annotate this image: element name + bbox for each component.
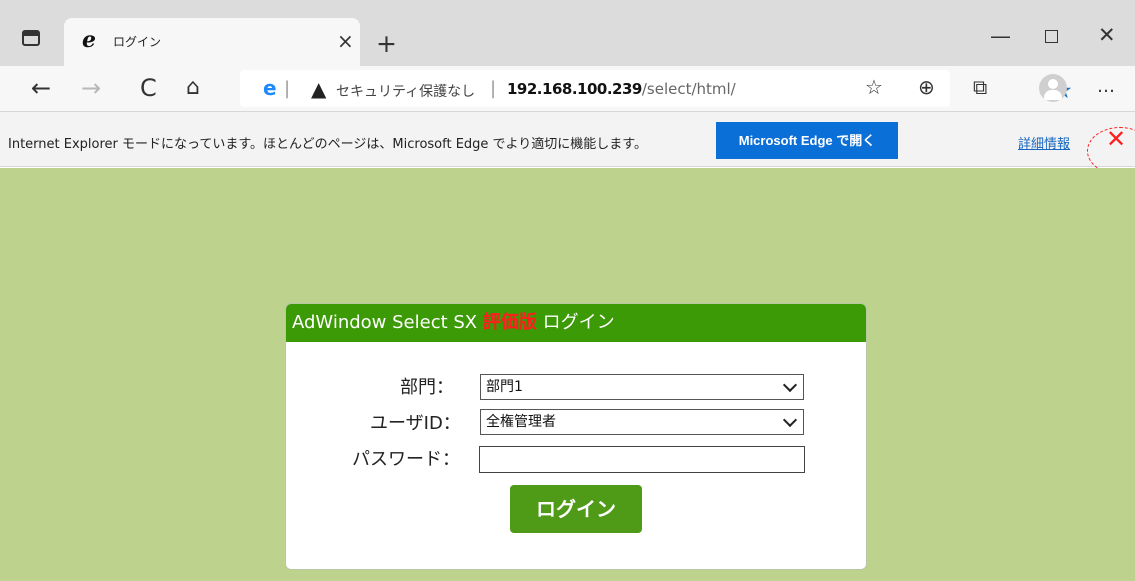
close-window-button[interactable]: ✕ — [1098, 25, 1116, 46]
password-label: パスワード： — [352, 449, 460, 470]
user-id-select[interactable]: 全権管理者 — [480, 409, 804, 435]
collections-icon[interactable]: ⊕ — [918, 75, 935, 99]
browser-window: e ログイン × + — ✕ ← → C ⌂ e | ▲ セキュリティ保護なし … — [0, 0, 1135, 581]
active-tab[interactable]: e ログイン × — [64, 18, 360, 66]
ie-mode-notice: Internet Explorer モードになっています。ほとんどのページは、M… — [0, 112, 1135, 167]
more-icon[interactable]: … — [1097, 78, 1116, 96]
security-status[interactable]: セキュリティ保護なし — [336, 81, 475, 101]
login-panel: AdWindow Select SX 評価版 ログイン 部門： 部門1 ユーザI… — [285, 303, 867, 570]
profile-icon[interactable] — [1039, 74, 1067, 102]
login-button[interactable]: ログイン — [510, 485, 642, 533]
tab-strip: e ログイン × + — ✕ — [0, 0, 1135, 66]
user-id-label: ユーザID： — [370, 413, 461, 434]
close-tab-button[interactable]: × — [337, 31, 354, 51]
tab-title: ログイン — [113, 35, 162, 49]
open-in-edge-button[interactable]: Microsoft Edge で開く — [716, 122, 898, 159]
ie-mode-message: Internet Explorer モードになっています。ほとんどのページは、M… — [8, 137, 647, 152]
login-title: AdWindow Select SX — [292, 312, 483, 333]
new-tab-button[interactable]: + — [376, 31, 397, 56]
forward-button[interactable]: → — [81, 76, 101, 100]
login-heading: ログイン — [536, 312, 615, 333]
maximize-button[interactable] — [1045, 30, 1058, 43]
minimize-button[interactable]: — — [990, 26, 1011, 47]
details-link[interactable]: 詳細情報 — [1018, 133, 1070, 152]
address-divider: | — [490, 78, 497, 99]
warning-icon[interactable]: ▲ — [311, 77, 326, 101]
browser-toolbar: ← → C ⌂ e | ▲ セキュリティ保護なし | 192.168.100.2… — [0, 66, 1135, 112]
address-divider: | — [284, 78, 291, 99]
url-text[interactable]: 192.168.100.239/select/html/ — [507, 80, 736, 98]
url-path: /select/html/ — [641, 80, 736, 98]
extension-icon[interactable]: ⧉ — [973, 75, 987, 99]
url-host: 192.168.100.239 — [507, 80, 642, 98]
tab-actions-icon[interactable] — [22, 30, 40, 46]
back-button[interactable]: ← — [31, 76, 51, 100]
internet-explorer-icon: e — [82, 27, 96, 53]
password-input[interactable] — [479, 446, 805, 473]
evaluation-badge: 評価版 — [482, 312, 537, 333]
department-label: 部門： — [400, 377, 454, 398]
favorites-icon[interactable]: ☆ — [865, 75, 883, 99]
login-header: AdWindow Select SX 評価版 ログイン — [286, 304, 866, 342]
address-bar[interactable]: e | ▲ セキュリティ保護なし | 192.168.100.239/selec… — [240, 70, 1073, 107]
department-select[interactable]: 部門1 — [480, 374, 804, 400]
internet-explorer-mode-icon[interactable]: e — [263, 76, 277, 100]
home-button[interactable]: ⌂ — [186, 76, 200, 100]
page-content: AdWindow Select SX 評価版 ログイン 部門： 部門1 ユーザI… — [0, 168, 1135, 581]
refresh-button[interactable]: C — [140, 76, 157, 100]
